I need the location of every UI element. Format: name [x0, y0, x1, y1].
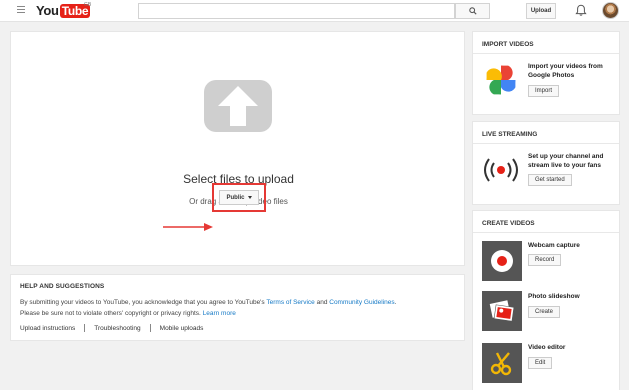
create-button[interactable]: Create: [528, 306, 561, 318]
photos-stack-icon: [489, 300, 515, 322]
privacy-value: Public: [226, 194, 245, 201]
live-streaming-panel: LIVE STREAMING Set up your channel and s…: [472, 121, 620, 205]
notifications-bell-icon[interactable]: [575, 4, 587, 17]
scissors-icon: [490, 352, 512, 376]
community-guidelines-link[interactable]: Community Guidelines: [329, 299, 394, 306]
search-button[interactable]: [455, 3, 490, 19]
upload-panel: Select files to upload Or drag and drop …: [10, 31, 465, 266]
red-arrow-icon: [163, 223, 213, 231]
upload-instructions-link[interactable]: Upload instructions: [20, 325, 75, 332]
mobile-uploads-link[interactable]: Mobile uploads: [160, 325, 204, 332]
terms-notice-text: By submitting your videos to YouTube, yo…: [20, 299, 267, 306]
youtube-logo[interactable]: You Tube: [36, 2, 91, 19]
edit-button[interactable]: Edit: [528, 357, 553, 369]
copyright-notice-text: Please be sure not to violate others' co…: [20, 310, 203, 317]
help-title: HELP AND SUGGESTIONS: [20, 283, 105, 290]
photo-slideshow-thumbnail[interactable]: [482, 291, 522, 331]
troubleshooting-link[interactable]: Troubleshooting: [94, 325, 140, 332]
live-streaming-title: LIVE STREAMING: [482, 131, 538, 138]
search-icon: [468, 7, 477, 15]
webcam-capture-label: Webcam capture: [528, 242, 580, 249]
terms-notice: By submitting your videos to YouTube, yo…: [20, 299, 396, 306]
webcam-capture-thumbnail[interactable]: [482, 241, 522, 281]
chevron-down-icon: [247, 196, 252, 199]
video-editor-thumbnail[interactable]: [482, 343, 522, 383]
create-videos-title: CREATE VIDEOS: [482, 220, 535, 227]
masthead: You Tube GB Upload: [0, 0, 629, 22]
import-button[interactable]: Import: [528, 85, 560, 97]
terms-of-service-link[interactable]: Terms of Service: [266, 299, 314, 306]
import-videos-title: IMPORT VIDEOS: [482, 41, 534, 48]
help-suggestions-panel: HELP AND SUGGESTIONS By submitting your …: [10, 274, 465, 341]
learn-more-link[interactable]: Learn more: [203, 310, 236, 317]
upload-button[interactable]: Upload: [526, 3, 556, 19]
upload-arrow-icon[interactable]: [204, 80, 272, 132]
terms-notice-end: .: [394, 299, 397, 306]
search-input[interactable]: [138, 3, 455, 19]
import-videos-panel: IMPORT VIDEOS Import your videos from Go…: [472, 31, 620, 115]
divider: [149, 324, 151, 332]
logo-you-text: You: [36, 3, 59, 18]
privacy-dropdown[interactable]: Public: [219, 190, 259, 205]
terms-notice-and: and: [314, 299, 330, 306]
video-editor-label: Video editor: [528, 344, 566, 351]
hamburger-menu-icon[interactable]: [17, 6, 25, 13]
live-broadcast-icon: [484, 158, 518, 182]
live-streaming-description: Set up your channel and stream live to y…: [528, 153, 604, 169]
copyright-notice: Please be sure not to violate others' co…: [20, 310, 236, 317]
country-code: GB: [84, 2, 92, 8]
divider: [473, 143, 619, 144]
record-icon: [491, 250, 513, 272]
create-videos-panel: CREATE VIDEOS Webcam capture Record Phot…: [472, 210, 620, 390]
divider: [84, 324, 86, 332]
divider: [473, 53, 619, 54]
google-photos-icon: [486, 65, 516, 95]
divider: [473, 232, 619, 233]
record-button[interactable]: Record: [528, 254, 562, 266]
get-started-button[interactable]: Get started: [528, 174, 572, 186]
import-videos-description: Import your videos from Google Photos: [528, 63, 603, 79]
photo-slideshow-label: Photo slideshow: [528, 293, 580, 300]
account-avatar[interactable]: [602, 2, 619, 19]
help-links: Upload instructions Troubleshooting Mobi…: [20, 324, 203, 332]
